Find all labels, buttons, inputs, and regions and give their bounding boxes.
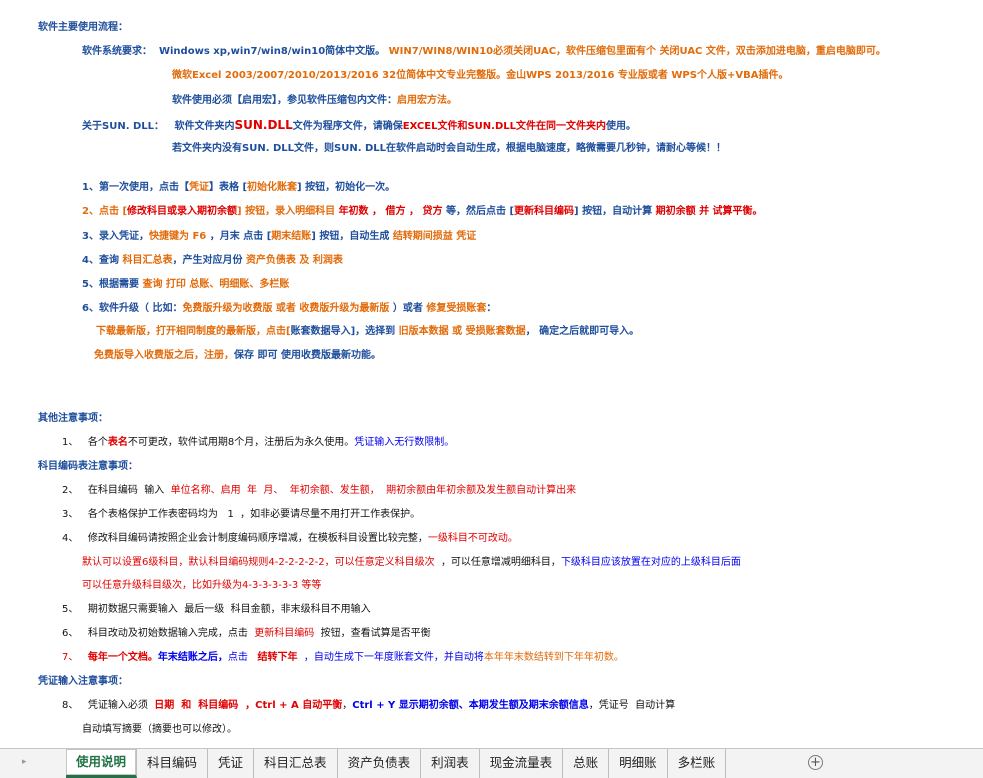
tab-voucher[interactable]: 凭证 [208, 749, 255, 778]
note-8-detail: 自动填写摘要（摘要也可以修改）。 [82, 724, 237, 735]
process-heading: 软件主要使用流程： [38, 22, 128, 33]
step-6-detail: 下载最新版，打开相同制度的最新版，点击[账套数据导入]，选择到 旧版本数据 或 … [96, 326, 640, 337]
requirements-line-1: 软件系统要求： Windows xp,win7/win8/win10简体中文版。… [82, 46, 886, 57]
tab-multi-column-ledger[interactable]: 多栏账 [668, 749, 727, 778]
sheet-tab-bar: ▸ 使用说明 科目编码 凭证 科目汇总表 资产负债表 利润表 现金流量表 总账 … [0, 748, 983, 778]
note-7: 7、 每年一个文档。年末结账之后，点击 结转下年 ，自动生成下一年度账套文件，并… [62, 652, 624, 663]
step-1: 1、第一次使用，点击【凭证】表格 [初始化账套] 按钮，初始化一次。 [82, 182, 396, 193]
note-8: 8、 凭证输入必须 日期 和 科目编码 ，Ctrl + A 自动平衡，Ctrl … [62, 700, 676, 711]
note-6: 6、 科目改动及初始数据输入完成，点击 更新科目编码 按钮，查看试算是否平衡 [62, 628, 431, 639]
tab-usage-instructions[interactable]: 使用说明 [66, 749, 138, 778]
note-5: 5、 期初数据只需要输入 最后一级 科目金额，非末级科目不用输入 [62, 604, 371, 615]
other-notes-heading: 其他注意事项： [38, 413, 108, 424]
note-4: 4、 修改科目编码请按照企业会计制度编码顺序增减，在模板科目设置比较完整，一级科… [62, 533, 518, 544]
step-4: 4、查询 科目汇总表，产生对应月份 资产负债表 及 利润表 [82, 255, 343, 266]
sheet-tabs: 使用说明 科目编码 凭证 科目汇总表 资产负债表 利润表 现金流量表 总账 明细… [66, 749, 727, 778]
note-3: 3、 各个表格保护工作表密码均为 1 ，如非必要请尽量不用打开工作表保护。 [62, 509, 421, 520]
tab-income-statement[interactable]: 利润表 [421, 749, 480, 778]
code-notes-heading: 科目编码表注意事项： [38, 461, 138, 472]
dll-line-2: 若文件夹内没有SUN. DLL文件，则SUN. DLL在软件启动时会自动生成，根… [172, 143, 727, 154]
spreadsheet-grid[interactable]: 软件主要使用流程： 软件系统要求： Windows xp,win7/win8/w… [0, 0, 983, 748]
step-6: 6、软件升级（ 比如：免费版升级为收费版 或者 收费版升级为最新版 ）或者 修复… [82, 303, 497, 314]
tab-detail-ledger[interactable]: 明细账 [609, 749, 668, 778]
requirements-line-2: 微软Excel 2003/2007/2010/2013/2016 32位简体中文… [172, 70, 789, 81]
step-3: 3、录入凭证，快捷键为 F6 ，月末 点击 [期末结账] 按钮，自动生成 结转期… [82, 231, 477, 242]
note-4-detail-2: 可以任意升级科目级次，比如升级为4-3-3-3-3-3 等等 [82, 580, 322, 591]
voucher-notes-heading: 凭证输入注意事项： [38, 676, 128, 687]
note-1: 1、 各个表名不可更改，软件试用期8个月，注册后为永久使用。凭证输入无行数限制。 [62, 437, 455, 448]
requirements-line-3: 软件使用必须【启用宏】，参见软件压缩包内文件：启用宏方法。 [172, 95, 457, 106]
tab-account-summary[interactable]: 科目汇总表 [254, 749, 338, 778]
note-4-detail-1: 默认可以设置6级科目，默认科目编码规则4-2-2-2-2-2，可以任意定义科目级… [82, 557, 741, 568]
step-5: 5、根据需要 查询 打印 总账、明细账、多栏账 [82, 279, 290, 290]
scroll-tabs-left-icon[interactable]: ▸ [22, 757, 27, 767]
tab-account-codes[interactable]: 科目编码 [137, 749, 209, 778]
note-2: 2、 在科目编码 输入 单位名称、启用 年 月、 年初余额、发生额， 期初余额由… [62, 485, 577, 496]
step-6-detail-2: 免费版导入收费版之后，注册，保存 即可 使用收费版最新功能。 [94, 350, 381, 361]
add-sheet-icon[interactable]: + [808, 755, 823, 770]
dll-line-1: 关于SUN. DLL： 软件文件夹内SUN.DLL文件为程序文件，请确保EXCE… [82, 118, 636, 132]
step-2: 2、点击 [修改科目或录入期初余额] 按钮，录入明细科目 年初数 ， 借方 ， … [82, 206, 763, 217]
tab-cash-flow[interactable]: 现金流量表 [480, 749, 564, 778]
tab-general-ledger[interactable]: 总账 [563, 749, 610, 778]
tab-balance-sheet[interactable]: 资产负债表 [338, 749, 422, 778]
